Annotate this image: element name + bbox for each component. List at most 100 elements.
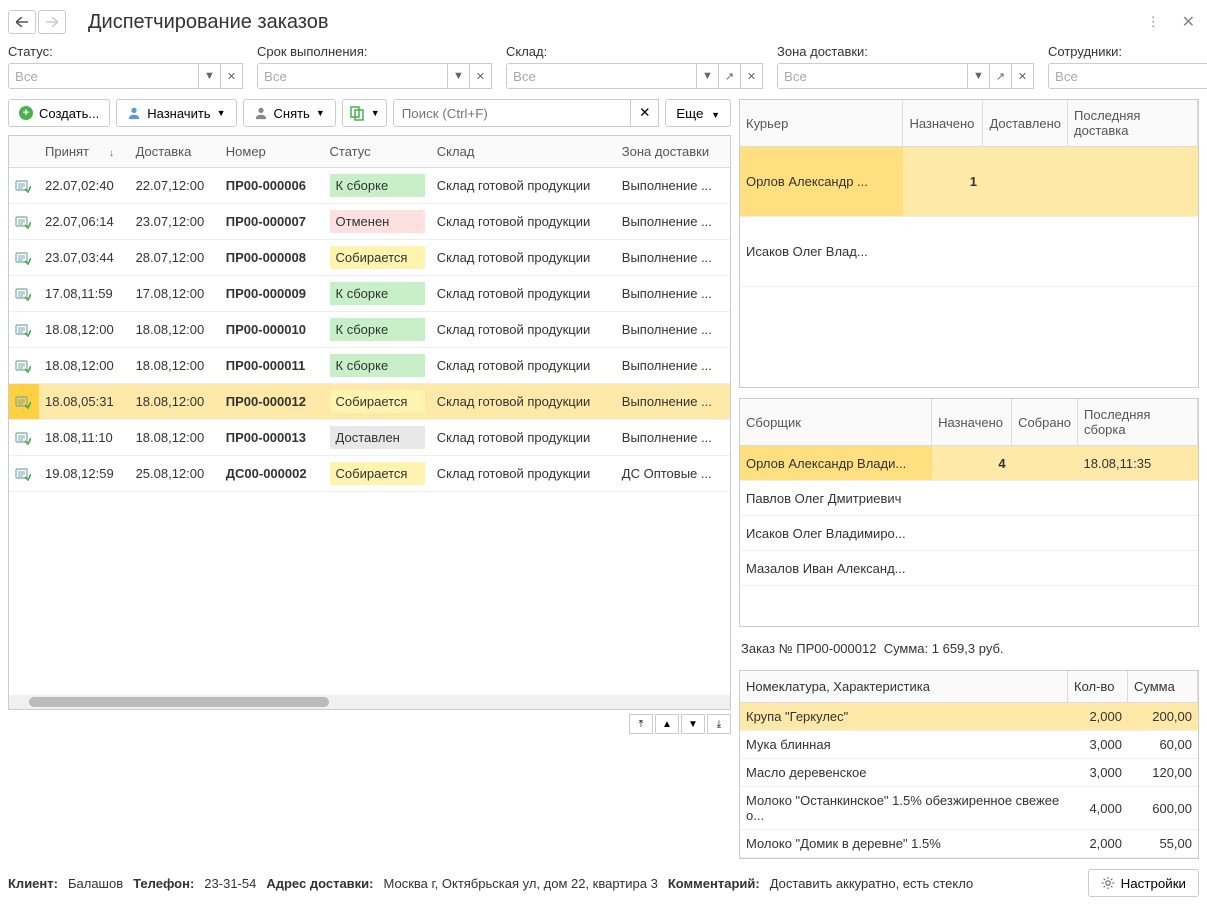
- filter-zone-select[interactable]: [777, 63, 968, 89]
- table-row[interactable]: Молоко "Домик в деревне" 1.5% 2,000 55,0…: [740, 830, 1198, 858]
- more-button[interactable]: Еще ▼: [665, 99, 731, 127]
- plus-icon: +: [19, 106, 33, 120]
- col-picker-assigned[interactable]: Назначено: [932, 399, 1012, 446]
- col-courier-assigned[interactable]: Назначено: [903, 100, 983, 147]
- filter-staff-select[interactable]: [1048, 63, 1207, 89]
- table-row[interactable]: Молоко "Останкинское" 1.5% обезжиренное …: [740, 787, 1198, 830]
- forward-button[interactable]: [38, 10, 66, 34]
- col-zone[interactable]: Зона доставки: [616, 136, 730, 168]
- cell-delivery: 25.08,12:00: [130, 456, 220, 492]
- table-row[interactable]: Павлов Олег Дмитриевич: [740, 481, 1198, 516]
- cell-accepted: 18.08,11:10: [39, 420, 130, 456]
- document-icon: [15, 322, 33, 338]
- document-icon: [15, 394, 33, 410]
- copy-button[interactable]: ▼: [342, 99, 387, 127]
- filter-deadline-dropdown[interactable]: ▼: [448, 63, 470, 89]
- cell-accepted: 17.08,11:59: [39, 276, 130, 312]
- col-picker-picked[interactable]: Собрано: [1012, 399, 1078, 446]
- col-status[interactable]: Статус: [324, 136, 431, 168]
- col-courier-delivered[interactable]: Доставлено: [983, 100, 1068, 147]
- cell-number: ПР00-000007: [220, 204, 324, 240]
- filter-warehouse-clear[interactable]: ✕: [741, 63, 763, 89]
- kebab-menu-icon[interactable]: ⋮: [1143, 10, 1164, 34]
- table-row[interactable]: Орлов Александр ... 1: [740, 147, 1198, 217]
- user-icon: [127, 106, 141, 120]
- cell-accepted: 22.07,06:14: [39, 204, 130, 240]
- table-row[interactable]: 18.08,05:31 18.08,12:00 ПР00-000012 Соби…: [9, 384, 730, 420]
- cell-zone: Выполнение ...: [616, 384, 730, 420]
- nav-down-button[interactable]: ▼: [681, 714, 705, 734]
- back-button[interactable]: [8, 10, 36, 34]
- col-picker-name[interactable]: Сборщик: [740, 399, 932, 446]
- table-row[interactable]: Масло деревенское 3,000 120,00: [740, 759, 1198, 787]
- horizontal-scrollbar[interactable]: [9, 695, 730, 709]
- cell-warehouse: Склад готовой продукции: [431, 276, 616, 312]
- col-courier-name[interactable]: Курьер: [740, 100, 903, 147]
- filter-zone-open[interactable]: ↗: [990, 63, 1012, 89]
- table-row[interactable]: 18.08,11:10 18.08,12:00 ПР00-000013 Дост…: [9, 420, 730, 456]
- table-row[interactable]: 18.08,12:00 18.08,12:00 ПР00-000010 К сб…: [9, 312, 730, 348]
- table-row[interactable]: Мазалов Иван Александ...: [740, 551, 1198, 586]
- table-row[interactable]: 18.08,12:00 18.08,12:00 ПР00-000011 К сб…: [9, 348, 730, 384]
- couriers-table[interactable]: Курьер Назначено Доставлено Последняя до…: [740, 100, 1198, 287]
- filter-status-dropdown[interactable]: ▼: [199, 63, 221, 89]
- table-row[interactable]: 17.08,11:59 17.08,12:00 ПР00-000009 К сб…: [9, 276, 730, 312]
- filter-status-clear[interactable]: ✕: [221, 63, 243, 89]
- create-button[interactable]: + Создать...: [8, 99, 110, 127]
- table-row[interactable]: Исаков Олег Влад...: [740, 217, 1198, 287]
- filter-zone-clear[interactable]: ✕: [1012, 63, 1034, 89]
- nav-up-button[interactable]: ▲: [655, 714, 679, 734]
- cell-zone: Выполнение ...: [616, 168, 730, 204]
- col-accepted[interactable]: Принят↓: [39, 136, 130, 168]
- filter-warehouse-open[interactable]: ↗: [719, 63, 741, 89]
- table-row[interactable]: 19.08,12:59 25.08,12:00 ДС00-000002 Соби…: [9, 456, 730, 492]
- nav-first-button[interactable]: ⤒: [629, 714, 653, 734]
- cell-item-name: Масло деревенское: [740, 759, 1068, 787]
- col-number[interactable]: Номер: [220, 136, 324, 168]
- table-row[interactable]: Исаков Олег Владимиро...: [740, 516, 1198, 551]
- cell-number: ПР00-000011: [220, 348, 324, 384]
- col-item-name[interactable]: Номеклатура, Характеристика: [740, 671, 1068, 703]
- col-courier-last[interactable]: Последняя доставка: [1068, 100, 1198, 147]
- table-row[interactable]: Орлов Александр Влади... 4 18.08,11:35: [740, 446, 1198, 481]
- col-picker-last[interactable]: Последняя сборка: [1078, 399, 1198, 446]
- settings-button[interactable]: Настройки: [1088, 869, 1199, 897]
- pickers-table[interactable]: Сборщик Назначено Собрано Последняя сбор…: [740, 399, 1198, 586]
- nav-last-button[interactable]: ⤓: [707, 714, 731, 734]
- table-row[interactable]: 22.07,06:14 23.07,12:00 ПР00-000007 Отме…: [9, 204, 730, 240]
- assign-button[interactable]: Назначить ▼: [116, 99, 236, 127]
- cell-name: Павлов Олег Дмитриевич: [740, 481, 932, 516]
- table-row[interactable]: Крупа "Геркулес" 2,000 200,00: [740, 703, 1198, 731]
- cell-delivery: 23.07,12:00: [130, 204, 220, 240]
- filter-warehouse-dropdown[interactable]: ▼: [697, 63, 719, 89]
- cell-zone: Выполнение ...: [616, 276, 730, 312]
- filter-deadline-select[interactable]: [257, 63, 448, 89]
- col-delivery[interactable]: Доставка: [130, 136, 220, 168]
- cell-picked: [1012, 481, 1078, 516]
- cell-warehouse: Склад готовой продукции: [431, 348, 616, 384]
- cell-delivery: 18.08,12:00: [130, 312, 220, 348]
- table-row[interactable]: Мука блинная 3,000 60,00: [740, 731, 1198, 759]
- col-item-qty[interactable]: Кол-во: [1068, 671, 1128, 703]
- items-table[interactable]: Номеклатура, Характеристика Кол-во Сумма: [740, 671, 1198, 703]
- cell-status: Собирается: [324, 384, 431, 420]
- filter-warehouse-select[interactable]: [506, 63, 697, 89]
- table-row[interactable]: 23.07,03:44 28.07,12:00 ПР00-000008 Соби…: [9, 240, 730, 276]
- cell-status: Доставлен: [324, 420, 431, 456]
- search-input[interactable]: [393, 99, 632, 127]
- filter-status-select[interactable]: [8, 63, 199, 89]
- cell-number: ПР00-000008: [220, 240, 324, 276]
- close-icon[interactable]: ✕: [1178, 8, 1199, 36]
- cell-zone: Выполнение ...: [616, 420, 730, 456]
- table-row[interactable]: 22.07,02:40 22.07,12:00 ПР00-000006 К сб…: [9, 168, 730, 204]
- filter-deadline-clear[interactable]: ✕: [470, 63, 492, 89]
- order-summary: Заказ № ПР00-000012 Сумма: 1 659,3 руб.: [739, 637, 1199, 660]
- filter-zone-dropdown[interactable]: ▼: [968, 63, 990, 89]
- orders-table[interactable]: Принят↓ Доставка Номер Статус Склад Зона…: [9, 136, 730, 492]
- cell-item-qty: 2,000: [1068, 830, 1128, 858]
- col-item-sum[interactable]: Сумма: [1128, 671, 1198, 703]
- search-clear-button[interactable]: ✕: [631, 99, 659, 127]
- col-warehouse[interactable]: Склад: [431, 136, 616, 168]
- cell-delivery: 28.07,12:00: [130, 240, 220, 276]
- remove-button[interactable]: Снять ▼: [243, 99, 336, 127]
